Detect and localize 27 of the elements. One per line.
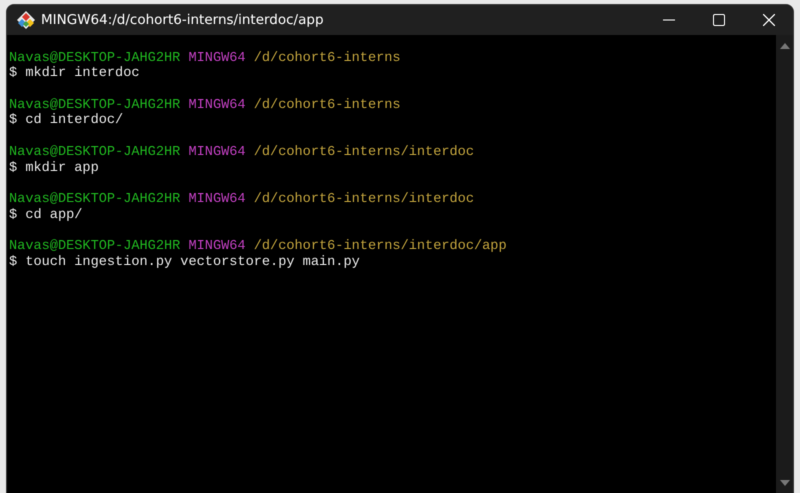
command-line: $ mkdir app xyxy=(9,160,99,176)
window-title: MINGW64:/d/cohort6-interns/interdoc/app xyxy=(41,12,324,28)
prompt-path: /d/cohort6-interns/interdoc xyxy=(254,192,474,207)
prompt-system: MINGW64 xyxy=(188,192,246,207)
scrollbar[interactable] xyxy=(776,35,793,493)
prompt-system: MINGW64 xyxy=(188,238,246,254)
command-line: $ mkdir interdoc xyxy=(9,66,140,82)
prompt-path: /d/cohort6-interns/interdoc/app xyxy=(254,238,507,254)
scroll-up-icon[interactable] xyxy=(780,43,790,49)
prompt-path: /d/cohort6-interns xyxy=(254,98,401,113)
command-line: $ cd app/ xyxy=(9,208,82,223)
prompt-user-host: Navas@DESKTOP-JAHG2HR xyxy=(9,50,180,66)
prompt-user-host: Navas@DESKTOP-JAHG2HR xyxy=(9,98,180,113)
diamond-app-icon xyxy=(16,10,36,30)
maximize-icon xyxy=(713,14,725,26)
prompt-user-host: Navas@DESKTOP-JAHG2HR xyxy=(9,144,180,160)
scroll-down-icon[interactable] xyxy=(780,480,790,486)
prompt-user-host: Navas@DESKTOP-JAHG2HR xyxy=(9,238,180,254)
prompt-system: MINGW64 xyxy=(188,98,246,113)
prompt-user-host: Navas@DESKTOP-JAHG2HR xyxy=(9,192,180,207)
prompt-system: MINGW64 xyxy=(188,144,246,160)
command-line: $ touch ingestion.py vectorstore.py main.py xyxy=(9,254,360,270)
prompt-path: /d/cohort6-interns/interdoc xyxy=(254,144,474,160)
prompt-system: MINGW64 xyxy=(188,50,246,66)
close-icon xyxy=(763,14,775,26)
command-line: $ cd interdoc/ xyxy=(9,113,124,128)
prompt-path: /d/cohort6-interns xyxy=(254,50,401,66)
